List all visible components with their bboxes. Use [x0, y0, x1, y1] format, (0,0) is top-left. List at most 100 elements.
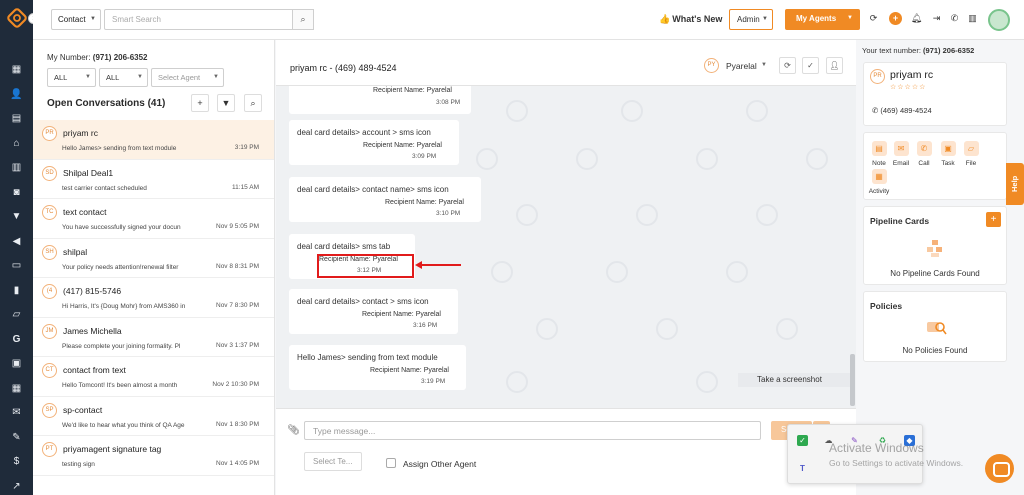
open-conversations-heading: Open Conversations (41) — [47, 98, 166, 109]
check-icon[interactable]: ✓ — [802, 57, 819, 74]
chevron-down-icon: ▼ — [137, 74, 143, 80]
check-shield-icon[interactable]: ✓ — [797, 435, 808, 446]
call-action[interactable]: ✆ Call — [911, 141, 937, 167]
conversation-item[interactable]: SD Shilpal Deal1 test carrier contact sc… — [33, 159, 274, 199]
messages-icon[interactable]: ▭ — [10, 259, 23, 272]
message-bubble: deal card details> contact > sms icon Re… — [289, 289, 458, 334]
message-text: deal card details> contact > sms icon — [297, 297, 429, 306]
live-chat-icon[interactable] — [985, 454, 1014, 483]
conversation-preview: Hello Tomcont! It's been almost a month — [62, 382, 178, 389]
app-logo[interactable] — [7, 8, 27, 28]
contact-initials-avatar: SP — [42, 402, 57, 418]
contacts-icon[interactable]: 👤 — [10, 88, 23, 101]
google-icon[interactable]: G — [10, 333, 23, 346]
clipboard-icon[interactable]: ▣ — [10, 357, 23, 370]
documents-icon[interactable]: ▤ — [10, 112, 23, 125]
watermark-icon — [726, 261, 748, 283]
help-tab[interactable]: Help — [1006, 163, 1024, 205]
conversation-time: Nov 1 8:30 PM — [216, 420, 259, 428]
assign-other-agent-label: Assign Other Agent — [403, 459, 477, 469]
message-bubble: Recipient Name: Pyarelal 3:08 PM — [289, 86, 471, 114]
status-filter-select[interactable]: ALL ▼ — [47, 68, 96, 87]
dollar-icon[interactable]: $ — [10, 455, 23, 468]
conversation-item[interactable]: TC text contact You have successfully si… — [33, 199, 274, 239]
conversation-preview: Hello James> sending from text module — [62, 145, 177, 152]
add-pipeline-card-button[interactable]: + — [986, 212, 1001, 227]
my-agents-label: My Agents — [796, 14, 837, 23]
conversation-item[interactable]: (4 (417) 815-5746 Hi Harris, It's {Doug … — [33, 278, 274, 318]
chart-icon[interactable]: ↗ — [10, 480, 23, 493]
assign-other-agent-checkbox[interactable] — [386, 458, 396, 468]
user-avatar[interactable] — [988, 9, 1010, 31]
refresh-icon[interactable]: ⟳ — [867, 12, 880, 25]
chevron-down-icon: ▼ — [847, 15, 853, 21]
type-filter-select[interactable]: ALL ▼ — [99, 68, 148, 87]
calendar-icon[interactable]: ▦ — [10, 382, 23, 395]
dashboard-icon[interactable]: ▦ — [10, 63, 23, 76]
contact-initials-avatar: PR — [42, 126, 57, 141]
conversation-item[interactable]: PT priyamagent signature tag testing sig… — [33, 436, 274, 476]
conversation-preview: testing sign — [62, 461, 95, 468]
annotation-highlight-box — [317, 254, 414, 278]
watermark-icon — [806, 148, 828, 170]
signature-icon[interactable]: ✎ — [10, 431, 23, 444]
whats-new-link[interactable]: 👍 What's New — [659, 14, 722, 25]
my-agents-button[interactable]: My Agents ▼ — [785, 9, 860, 30]
policies-title: Policies — [870, 301, 903, 311]
watermark-icon — [576, 148, 598, 170]
contact-name[interactable]: priyam rc — [890, 69, 933, 81]
attachment-icon[interactable]: 📎︎ — [287, 425, 300, 436]
conversation-item[interactable]: PR priyam rc Hello James> sending from t… — [33, 120, 274, 160]
bank-icon[interactable]: ⌂ — [10, 137, 23, 150]
message-input[interactable]: Type message... — [304, 421, 761, 440]
conversation-time: Nov 1 4:05 PM — [216, 460, 259, 467]
bell-icon[interactable]: 🔔︎ — [910, 12, 923, 25]
folder-icon[interactable]: ▱ — [10, 308, 23, 321]
quick-actions: ▤ Note ✉ Email ✆ Call ▣ Task ▱ File ▦ Activity — [863, 132, 1007, 200]
agent-name: Pyarelal — [726, 61, 757, 71]
add-icon[interactable]: + — [889, 12, 902, 25]
filter-icon[interactable]: ▼ — [10, 210, 23, 223]
accounts-icon[interactable]: ▥ — [10, 161, 23, 174]
message-time: 3:19 PM — [421, 378, 446, 385]
assigned-agent-select[interactable]: PY Pyarelal ▼ — [704, 58, 770, 74]
activity-action[interactable]: ▦ Activity — [866, 169, 892, 195]
file-action[interactable]: ▱ File — [958, 141, 984, 167]
teams-icon[interactable]: T — [797, 463, 808, 474]
rating-stars[interactable]: ☆☆☆☆☆ — [890, 83, 926, 91]
calculator-icon[interactable]: ▥ — [966, 12, 979, 25]
profile-card-icon[interactable]: ◙ — [10, 186, 23, 199]
admin-select[interactable]: Admin ▼ — [729, 9, 773, 30]
agent-filter-select[interactable]: Select Agent ▼ — [151, 68, 224, 87]
activate-windows-title: Activate Windows — [829, 441, 924, 455]
phone-icon[interactable]: ✆ — [948, 12, 961, 25]
smart-search-input[interactable]: Smart Search — [104, 9, 313, 30]
conversation-time: 11:15 AM — [232, 183, 259, 191]
conversation-time: Nov 2 10:30 PM — [212, 381, 259, 388]
conversation-preview: test carrier contact scheduled — [62, 184, 147, 192]
reports-icon[interactable]: ▮ — [10, 284, 23, 297]
filter-button[interactable]: ▼ — [217, 94, 235, 112]
top-bar: Contact ▼ Smart Search ⌕ 👍 What's New Adm… — [33, 0, 1024, 40]
sync-icon[interactable]: ⟳ — [779, 57, 796, 74]
new-conversation-button[interactable]: + — [191, 94, 209, 112]
template-select[interactable]: Select Te... — [304, 452, 362, 471]
thread-scrollbar[interactable] — [850, 354, 855, 406]
megaphone-icon[interactable]: ◀ — [10, 235, 23, 248]
message-bubble: deal card details> account > sms icon Re… — [289, 120, 459, 165]
conversation-name: sp-contact — [63, 404, 103, 415]
whats-new-label: What's New — [672, 14, 723, 24]
watermark-icon — [756, 204, 778, 226]
contact-type-select[interactable]: Contact ▼ — [51, 9, 101, 30]
search-conversations-button[interactable]: ⌕ — [244, 94, 262, 112]
contact-profile-icon[interactable]: 👤︎ — [826, 57, 843, 74]
conversation-item[interactable]: SH shilpal Your policy needs attention!r… — [33, 238, 274, 278]
search-icon[interactable]: ⌕ — [292, 9, 314, 30]
conversation-item[interactable]: JM James Michella Please complete your j… — [33, 317, 274, 357]
screenshot-tooltip[interactable]: Take a screenshot — [738, 373, 850, 387]
watermark-icon — [696, 371, 718, 393]
conversation-item[interactable]: CT contact from text Hello Tomcont! It's… — [33, 357, 274, 397]
mail-icon[interactable]: ✉ — [10, 406, 23, 419]
conversation-item[interactable]: SP sp-contact We'd like to hear what you… — [33, 396, 274, 436]
logout-icon[interactable]: ⇥ — [930, 12, 943, 25]
